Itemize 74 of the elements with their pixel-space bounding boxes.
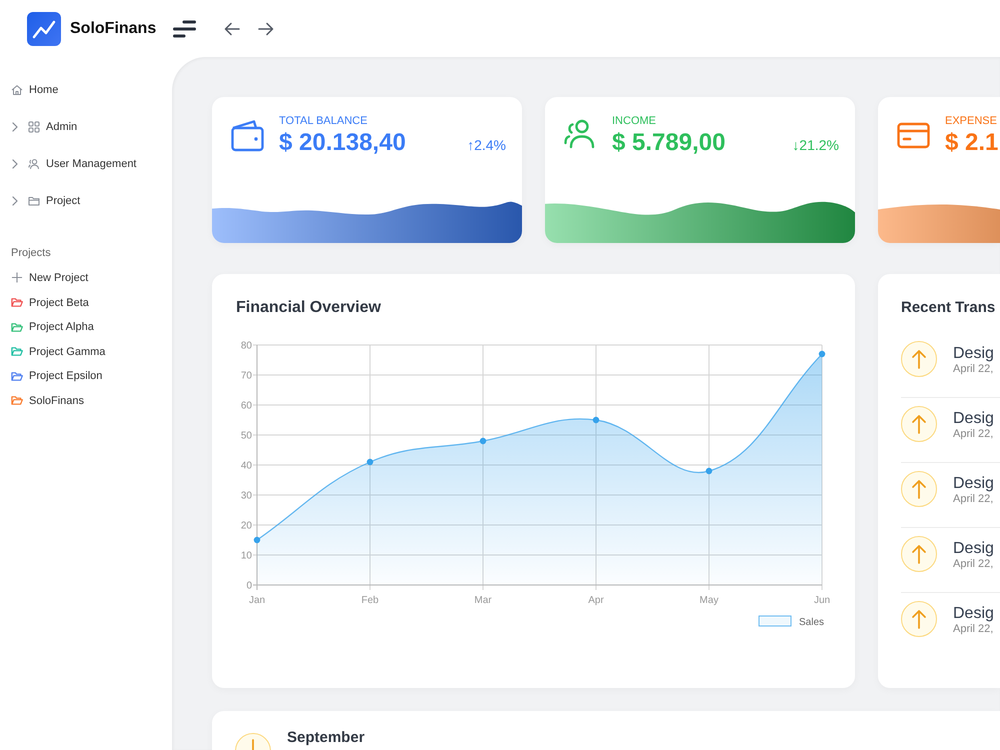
folder-icon <box>28 194 40 206</box>
x-axis-label: Mar <box>474 595 492 606</box>
stat-label: TOTAL BALANCE <box>279 115 368 128</box>
transaction-date: April 22, <box>953 623 994 636</box>
stat-amount: $ 5.789,00 <box>612 128 726 158</box>
nav-item[interactable]: Project <box>0 182 172 219</box>
transaction-title: Desig <box>953 409 994 428</box>
arrow-up-icon <box>901 341 937 377</box>
menu-icon[interactable] <box>173 20 196 38</box>
y-axis-label: 40 <box>240 460 252 472</box>
y-axis-label: 60 <box>240 400 252 412</box>
y-axis-label: 0 <box>246 580 252 592</box>
card-title: Recent Trans <box>901 298 996 318</box>
transaction-title: Desig <box>953 344 994 363</box>
stat-change: ↑2.4% <box>467 137 506 153</box>
sidebar-link[interactable]: SoloFinans <box>0 388 172 414</box>
arrow-up-icon <box>901 406 937 442</box>
data-point <box>480 438 486 444</box>
new-project-link[interactable]: New Project <box>0 266 172 290</box>
y-axis-label: 30 <box>240 490 252 502</box>
transaction-title: Desig <box>953 474 994 493</box>
grid-icon <box>28 120 40 132</box>
forward-arrow-icon[interactable] <box>258 22 274 36</box>
plus-icon <box>11 272 23 284</box>
y-axis-label: 80 <box>240 340 252 352</box>
stat-label: INCOME <box>612 115 656 128</box>
legend-swatch-icon <box>758 616 792 626</box>
arrow-up-icon <box>901 601 937 637</box>
app-title: SoloFinans <box>70 18 156 38</box>
legend-label: Sales <box>798 617 824 628</box>
data-point <box>818 350 826 358</box>
y-axis-label: 10 <box>240 550 252 562</box>
home-icon <box>11 84 23 96</box>
arrow-up-icon <box>901 471 937 507</box>
stat-change: ↓21.2% <box>792 137 839 153</box>
stat-amount: $ 2.1 <box>945 128 998 158</box>
nav-item[interactable]: Home <box>0 71 172 108</box>
chevron-icon[interactable] <box>11 196 19 206</box>
transaction-date: April 22, <box>953 558 994 571</box>
arrow-up-icon <box>901 536 937 572</box>
sidebar-link[interactable]: Project Alpha <box>0 314 172 340</box>
chevron-icon[interactable] <box>11 158 19 168</box>
x-axis-label: Jan <box>248 595 266 606</box>
arrow-icon <box>235 733 271 750</box>
transaction-title: Desig <box>953 539 994 558</box>
x-axis-label: Jun <box>814 595 830 606</box>
data-point <box>366 458 374 466</box>
sidebar-link[interactable]: Project Epsilon <box>0 364 172 389</box>
section-heading: Projects <box>11 246 51 261</box>
y-axis-label: 20 <box>240 520 252 532</box>
back-arrow-icon[interactable] <box>224 22 240 36</box>
x-axis-label: May <box>700 595 718 606</box>
nav-item[interactable]: User Management <box>0 145 172 182</box>
logo-icon <box>27 12 61 46</box>
data-point <box>254 536 260 544</box>
month-title: September <box>287 729 365 747</box>
y-axis-label: 50 <box>240 430 252 442</box>
transaction-date: April 22, <box>953 493 994 506</box>
nav-item[interactable]: Admin <box>0 108 172 145</box>
users-icon <box>28 158 40 170</box>
card-title: Financial Overview <box>236 298 381 318</box>
stat-amount: $ 20.138,40 <box>279 128 406 158</box>
transaction-date: April 22, <box>953 428 994 441</box>
x-axis-label: Feb <box>361 595 379 606</box>
chevron-icon[interactable] <box>11 122 19 132</box>
transaction-title: Desig <box>953 604 994 623</box>
y-axis-label: 70 <box>240 370 252 382</box>
data-point <box>592 416 600 424</box>
data-point <box>706 468 712 474</box>
stat-label: EXPENSE <box>945 115 997 128</box>
sidebar-link[interactable]: Project Gamma <box>0 339 172 364</box>
transaction-date: April 22, <box>953 363 994 376</box>
x-axis-label: Apr <box>588 595 604 606</box>
sidebar-link[interactable]: Project Beta <box>0 290 172 315</box>
